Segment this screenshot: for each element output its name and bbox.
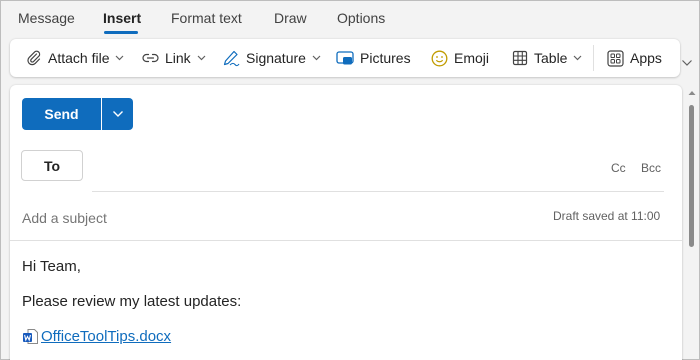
tab-insert[interactable]: Insert — [103, 10, 141, 26]
apps-button[interactable]: Apps — [607, 39, 662, 77]
link-icon — [142, 53, 159, 63]
toolbar-divider — [593, 45, 594, 71]
ribbon-tabs: Message Insert Format text Draw Options — [1, 1, 700, 35]
link-button[interactable]: Link — [142, 39, 206, 77]
body-line-request[interactable]: Please review my latest updates: — [22, 293, 241, 310]
signature-button[interactable]: Signature — [222, 39, 321, 77]
chevron-down-icon — [116, 55, 124, 61]
table-label: Table — [534, 50, 568, 66]
to-field[interactable] — [92, 150, 592, 190]
active-tab-indicator — [104, 31, 138, 34]
divider — [10, 240, 682, 241]
body-line-greeting[interactable]: Hi Team, — [22, 258, 81, 275]
send-button[interactable]: Send — [22, 98, 101, 130]
apps-icon — [607, 49, 624, 67]
table-icon — [512, 50, 528, 66]
scrollbar-thumb[interactable] — [689, 105, 694, 247]
divider — [92, 191, 664, 192]
chevron-down-icon[interactable] — [681, 59, 693, 67]
insert-toolbar: Attach file Link Signature Pictures Emoj… — [10, 39, 680, 77]
pictures-label: Pictures — [360, 50, 411, 66]
picture-icon — [336, 51, 354, 65]
emoji-label: Emoji — [454, 50, 490, 66]
chevron-down-icon — [312, 55, 321, 61]
tab-message[interactable]: Message — [18, 10, 75, 26]
link-label: Link — [165, 50, 191, 66]
paperclip-icon — [27, 50, 41, 66]
emoji-button[interactable]: Emoji — [431, 39, 489, 77]
apps-label: Apps — [630, 50, 662, 66]
pen-icon — [223, 50, 240, 67]
draft-status: Draft saved at 11:00 — [553, 209, 661, 223]
subject-input[interactable] — [22, 209, 522, 227]
attachment-link[interactable]: OfficeToolTips.docx — [22, 328, 171, 345]
scroll-up-arrow-icon[interactable] — [687, 89, 697, 97]
chevron-down-icon — [197, 55, 206, 61]
tab-draw[interactable]: Draw — [274, 10, 307, 26]
smiley-icon — [431, 50, 448, 66]
pictures-button[interactable]: Pictures — [336, 39, 411, 77]
signature-label: Signature — [246, 50, 306, 66]
to-button[interactable]: To — [21, 150, 83, 181]
compose-window: Message Insert Format text Draw Options … — [0, 0, 700, 360]
word-doc-icon — [23, 329, 38, 344]
compose-pane: Send To Cc Bcc Draft saved at 11:00 Hi T… — [10, 85, 682, 360]
chevron-down-icon — [112, 111, 123, 117]
chevron-down-icon — [574, 55, 582, 61]
attach-file-label: Attach file — [48, 50, 110, 66]
table-button[interactable]: Table — [512, 39, 582, 77]
send-options-button[interactable] — [102, 98, 133, 130]
tab-format-text[interactable]: Format text — [171, 10, 242, 26]
attach-file-button[interactable]: Attach file — [26, 39, 124, 77]
attachment-name[interactable]: OfficeToolTips.docx — [41, 328, 171, 345]
bcc-button[interactable]: Bcc — [641, 161, 661, 175]
cc-button[interactable]: Cc — [611, 161, 626, 175]
tab-options[interactable]: Options — [337, 10, 385, 26]
